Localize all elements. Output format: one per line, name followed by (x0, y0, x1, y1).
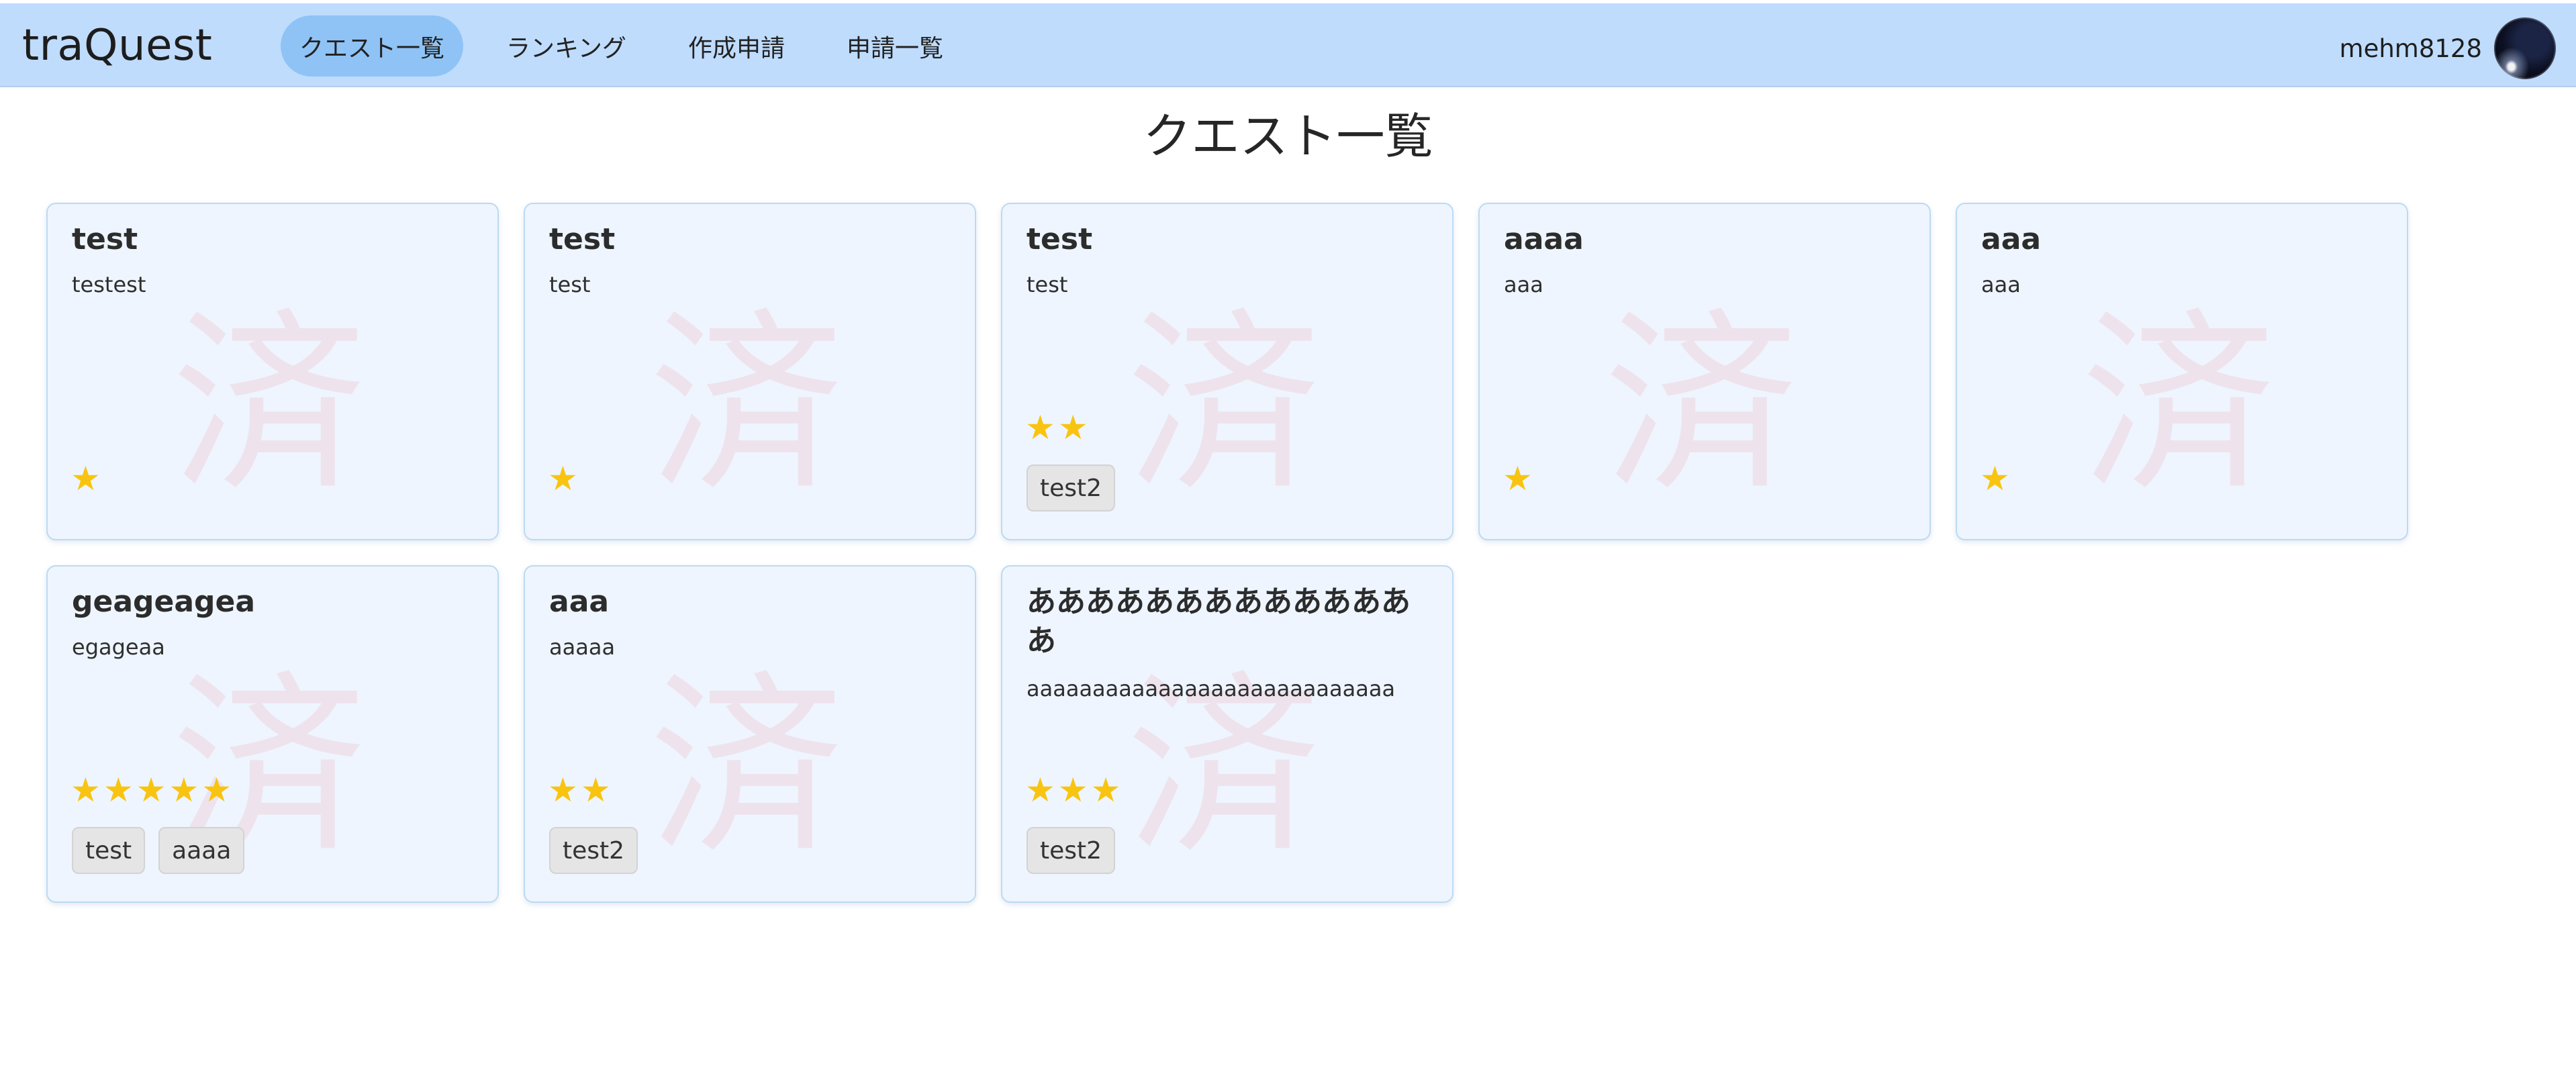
main-nav: クエスト一覧 ランキング 作成申請 申請一覧 (281, 15, 986, 77)
avatar[interactable] (2494, 17, 2556, 79)
completed-stamp: 済 (2081, 292, 2276, 518)
nav-create-request[interactable]: 作成申請 (669, 15, 804, 77)
quest-description: testest (72, 272, 146, 297)
quest-description: aaa (1504, 272, 1543, 297)
nav-quest-list[interactable]: クエスト一覧 (281, 15, 464, 77)
quest-card[interactable]: 済 geageagea egageaa ★★★★★ test aaaa (46, 565, 499, 903)
tag-list: test aaaa (72, 827, 258, 874)
tag-list: test2 (1027, 464, 1129, 511)
quest-description: aaa (1981, 272, 2021, 297)
username[interactable]: mehm8128 (2340, 34, 2482, 63)
nav-ranking[interactable]: ランキング (487, 15, 645, 77)
quest-title: test (1027, 222, 1093, 256)
quest-title: test (549, 222, 616, 256)
brand-logo[interactable]: traQuest (22, 21, 212, 70)
app: traQuest クエスト一覧 ランキング 作成申請 申請一覧 mehm8128… (0, 0, 2576, 1076)
quest-card[interactable]: 済 test test ★ (524, 203, 976, 540)
tag-list: test2 (1027, 827, 1129, 874)
quest-description: test (549, 272, 591, 297)
difficulty-stars: ★ (70, 459, 103, 498)
quest-title: test (72, 222, 138, 256)
tag-list: test2 (549, 827, 651, 874)
completed-stamp: 済 (649, 654, 844, 881)
quest-card[interactable]: 済 ああああああああああああああ aaaaaaaaaaaaaaaaaaaaaaa… (1001, 565, 1453, 903)
tag-chip[interactable]: test2 (1027, 464, 1116, 511)
quest-card[interactable]: 済 aaa aaaaa ★★ test2 (524, 565, 976, 903)
quest-description: test (1027, 272, 1068, 297)
completed-stamp: 済 (1127, 292, 1321, 518)
page-title: クエスト一覧 (1143, 108, 1433, 164)
quest-title: aaa (549, 585, 610, 619)
quest-card[interactable]: 済 aaaa aaa ★ (1478, 203, 1931, 540)
difficulty-stars: ★★ (1025, 408, 1091, 447)
completed-stamp: 済 (172, 292, 367, 518)
quest-card[interactable]: 済 aaa aaa ★ (1956, 203, 2408, 540)
nav-request-list[interactable]: 申請一覧 (828, 15, 962, 77)
completed-stamp: 済 (1604, 292, 1799, 518)
top-navbar: traQuest クエスト一覧 ランキング 作成申請 申請一覧 mehm8128 (0, 3, 2576, 87)
quest-title: geageagea (72, 585, 256, 619)
difficulty-stars: ★★★★★ (70, 771, 235, 810)
completed-stamp: 済 (649, 292, 844, 518)
quest-description: aaaaaaaaaaaaaaaaaaaaaaaaaaaa (1027, 676, 1396, 701)
difficulty-stars: ★ (1980, 459, 2013, 498)
tag-chip[interactable]: aaaa (158, 827, 245, 874)
quest-card[interactable]: 済 test testest ★ (46, 203, 499, 540)
difficulty-stars: ★ (1502, 459, 1535, 498)
difficulty-stars: ★ (548, 459, 581, 498)
quest-title: ああああああああああああああ (1027, 585, 1411, 658)
difficulty-stars: ★★ (548, 771, 614, 810)
tag-chip[interactable]: test2 (549, 827, 638, 874)
quest-description: aaaaa (549, 634, 616, 660)
tag-chip[interactable]: test2 (1027, 827, 1116, 874)
tag-chip[interactable]: test (72, 827, 146, 874)
quest-title: aaa (1981, 222, 2042, 256)
user-menu[interactable]: mehm8128 (2340, 17, 2556, 79)
quest-title: aaaa (1504, 222, 1584, 256)
quest-description: egageaa (72, 634, 165, 660)
quest-card[interactable]: 済 test test ★★ test2 (1001, 203, 1453, 540)
difficulty-stars: ★★★ (1025, 771, 1124, 810)
